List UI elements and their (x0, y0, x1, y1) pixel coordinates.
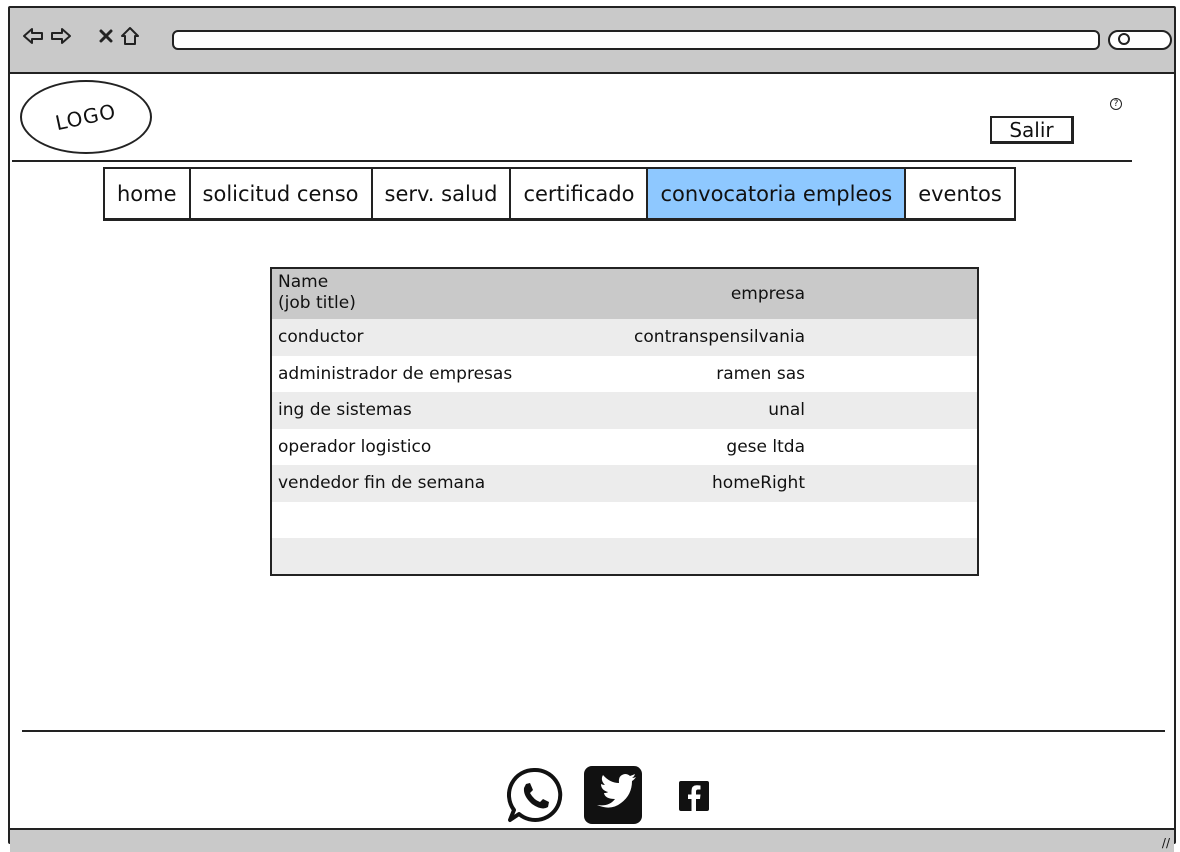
back-arrow-icon[interactable] (22, 24, 44, 48)
forward-arrow-icon[interactable] (50, 24, 72, 48)
header-divider (12, 160, 1132, 162)
company-cell: gese ltda (726, 436, 805, 457)
job-title-cell: administrador de empresas (278, 363, 513, 384)
tab-certificado[interactable]: certificado (511, 169, 649, 218)
job-title-cell: vendedor fin de semana (278, 473, 486, 494)
job-title-cell: operador logistico (278, 436, 432, 457)
company-cell: contranspensilvania (634, 327, 805, 348)
table-row[interactable]: administrador de empresas ramen sas (272, 356, 977, 393)
column-header-empresa[interactable]: empresa (731, 284, 805, 304)
twitter-icon[interactable] (583, 765, 643, 825)
company-cell: ramen sas (716, 363, 805, 384)
table-row[interactable]: conductor contranspensilvania (272, 319, 977, 356)
column-header-name[interactable]: Name (job title) (278, 272, 356, 314)
job-title-cell: ing de sistemas (278, 400, 412, 421)
facebook-icon[interactable] (679, 781, 709, 811)
search-icon (1118, 33, 1130, 45)
footer-divider (22, 730, 1165, 732)
address-bar[interactable] (172, 30, 1100, 50)
jobs-table: Name (job title) empresa conductor contr… (270, 267, 979, 576)
table-row[interactable] (272, 502, 977, 539)
tab-eventos[interactable]: eventos (906, 169, 1014, 218)
browser-search-field[interactable] (1108, 30, 1172, 50)
browser-status-bar: // (10, 828, 1174, 852)
table-row[interactable]: ing de sistemas unal (272, 392, 977, 429)
company-cell: homeRight (712, 473, 805, 494)
tab-solicitud-censo[interactable]: solicitud censo (191, 169, 373, 218)
main-nav-tabs: home solicitud censo serv. salud certifi… (103, 167, 1016, 221)
tab-convocatoria-empleos[interactable]: convocatoria empleos (648, 169, 907, 218)
logo-text: LOGO (53, 98, 119, 136)
job-title-cell: conductor (278, 327, 364, 348)
resize-handle-icon[interactable]: // (1162, 836, 1170, 850)
table-row[interactable] (272, 538, 977, 574)
logout-button[interactable]: Salir (990, 116, 1074, 144)
whatsapp-icon[interactable] (505, 765, 565, 825)
tab-home[interactable]: home (105, 169, 191, 218)
table-row[interactable]: operador logistico gese ltda (272, 429, 977, 466)
tab-serv-salud[interactable]: serv. salud (373, 169, 512, 218)
help-icon[interactable]: ? (1110, 98, 1122, 110)
logo: LOGO (20, 80, 152, 154)
home-icon[interactable] (119, 24, 141, 48)
company-cell: unal (768, 400, 805, 421)
close-icon[interactable] (95, 24, 117, 48)
table-header-row: Name (job title) empresa (272, 269, 977, 319)
table-row[interactable]: vendedor fin de semana homeRight (272, 465, 977, 502)
